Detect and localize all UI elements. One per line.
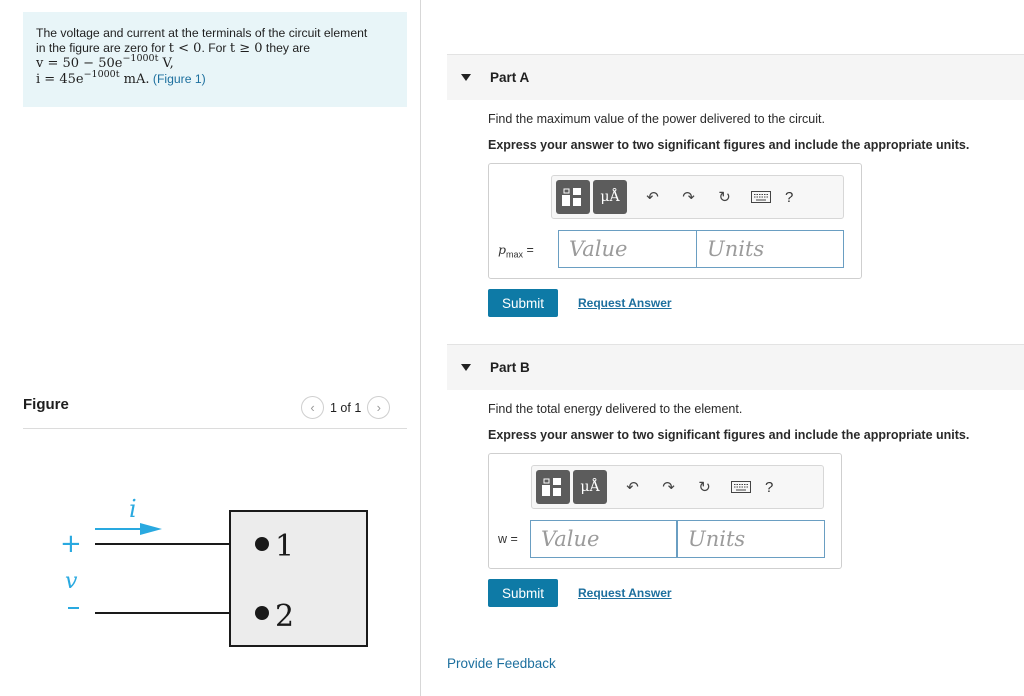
next-figure-button[interactable]: › (367, 396, 391, 419)
units-button[interactable]: μÅ (593, 180, 627, 214)
chevron-right-icon: › (376, 400, 381, 415)
terminal-1-dot (255, 537, 269, 551)
math-t-lt-0: t < 0 (168, 41, 202, 56)
undo-button[interactable]: ↶ (617, 472, 648, 502)
collapse-caret-icon[interactable] (461, 364, 471, 371)
voltage-label: v (65, 569, 78, 594)
templates-button[interactable] (556, 180, 590, 214)
part-b-submit-button[interactable]: Submit (488, 579, 558, 607)
math-t-ge-0: t ≥ 0 (229, 41, 263, 56)
redo-button[interactable]: ↷ (673, 182, 704, 212)
redo-icon: ↷ (682, 189, 695, 206)
terminal-2-dot (255, 606, 269, 620)
templates-icon (562, 188, 581, 206)
part-b-question: Find the total energy delivered to the e… (488, 402, 743, 416)
terminal-2-label: 2 (275, 599, 294, 634)
plus-sign: + (60, 529, 82, 559)
problem-line-2: in the figure are zero for t < 0. For t … (36, 41, 395, 56)
circuit-figure: i 1 2 + v (60, 495, 368, 647)
i-unit: mA. (119, 72, 150, 87)
templates-icon (542, 478, 561, 496)
part-b-units-input[interactable]: Units (677, 520, 825, 558)
reset-button[interactable]: ↻ (709, 182, 740, 212)
part-b-request-answer-link[interactable]: Request Answer (578, 586, 672, 600)
templates-button[interactable] (536, 470, 570, 504)
current-arrow-head (140, 523, 162, 535)
collapse-caret-icon[interactable] (461, 74, 471, 81)
part-a-units-input[interactable]: Units (696, 230, 844, 268)
terminal-1-label: 1 (275, 529, 294, 564)
keyboard-icon (750, 191, 771, 203)
problem-text: they are (262, 41, 310, 55)
figure-title: Figure (23, 396, 69, 413)
part-a-question: Find the maximum value of the power deli… (488, 112, 825, 126)
keyboard-button[interactable] (725, 472, 756, 502)
var-sub-max: max (506, 249, 524, 260)
reset-icon: ↻ (718, 189, 731, 206)
current-expression: i = 45e−1000t mA. (Figure 1) (36, 69, 395, 88)
i-expr: i = 45e (36, 72, 84, 87)
part-a-header[interactable]: Part A (447, 54, 1024, 100)
v-unit: V, (158, 56, 174, 71)
column-divider (420, 0, 421, 696)
units-icon: μÅ (580, 479, 600, 495)
keyboard-button[interactable] (745, 182, 776, 212)
part-a-request-answer-link[interactable]: Request Answer (578, 296, 672, 310)
part-b-header[interactable]: Part B (447, 344, 1024, 390)
part-a-answer-box: μÅ ↶ ↷ ↻ ? pmax = Value Units (488, 163, 862, 279)
part-a-instruction: Express your answer to two significant f… (488, 138, 970, 152)
part-b-toolbar: μÅ ↶ ↷ ↻ ? (531, 465, 824, 509)
keyboard-icon (730, 481, 751, 493)
prev-figure-button[interactable]: ‹ (301, 396, 324, 419)
problem-statement: The voltage and current at the terminals… (23, 12, 407, 107)
i-exponent: −1000t (83, 69, 120, 80)
figure-pager: ‹ 1 of 1 › (301, 396, 391, 419)
redo-icon: ↷ (662, 479, 675, 496)
chevron-left-icon: ‹ (310, 400, 315, 415)
part-a-value-input[interactable]: Value (558, 230, 697, 268)
circuit-element (229, 510, 368, 647)
units-icon: μÅ (600, 189, 620, 205)
help-icon[interactable]: ? (765, 479, 773, 496)
part-a-toolbar: μÅ ↶ ↷ ↻ ? (551, 175, 844, 219)
current-label: i (129, 495, 137, 523)
part-b-variable-label: w = (498, 532, 518, 546)
v-exponent: −1000t (122, 53, 159, 64)
part-a-label: Part A (490, 70, 530, 85)
units-button[interactable]: μÅ (573, 470, 607, 504)
figure-page-count: 1 of 1 (330, 400, 362, 415)
undo-icon: ↶ (646, 189, 659, 206)
figure-link[interactable]: (Figure 1) (153, 72, 206, 86)
undo-icon: ↶ (626, 479, 639, 496)
part-b-instruction: Express your answer to two significant f… (488, 428, 970, 442)
help-icon[interactable]: ? (785, 189, 793, 206)
problem-line-1: The voltage and current at the terminals… (36, 26, 368, 40)
var-p: p (498, 242, 507, 257)
problem-text: . For (201, 41, 230, 55)
reset-icon: ↻ (698, 479, 711, 496)
part-a-submit-button[interactable]: Submit (488, 289, 558, 317)
part-b-answer-box: μÅ ↶ ↷ ↻ ? w = Value Units (488, 453, 842, 569)
figure-separator (23, 428, 407, 429)
redo-button[interactable]: ↷ (653, 472, 684, 502)
part-a-variable-label: pmax = (498, 242, 534, 260)
part-b-value-input[interactable]: Value (530, 520, 677, 558)
part-b-label: Part B (490, 360, 530, 375)
undo-button[interactable]: ↶ (637, 182, 668, 212)
reset-button[interactable]: ↻ (689, 472, 720, 502)
provide-feedback-link[interactable]: Provide Feedback (447, 656, 556, 671)
